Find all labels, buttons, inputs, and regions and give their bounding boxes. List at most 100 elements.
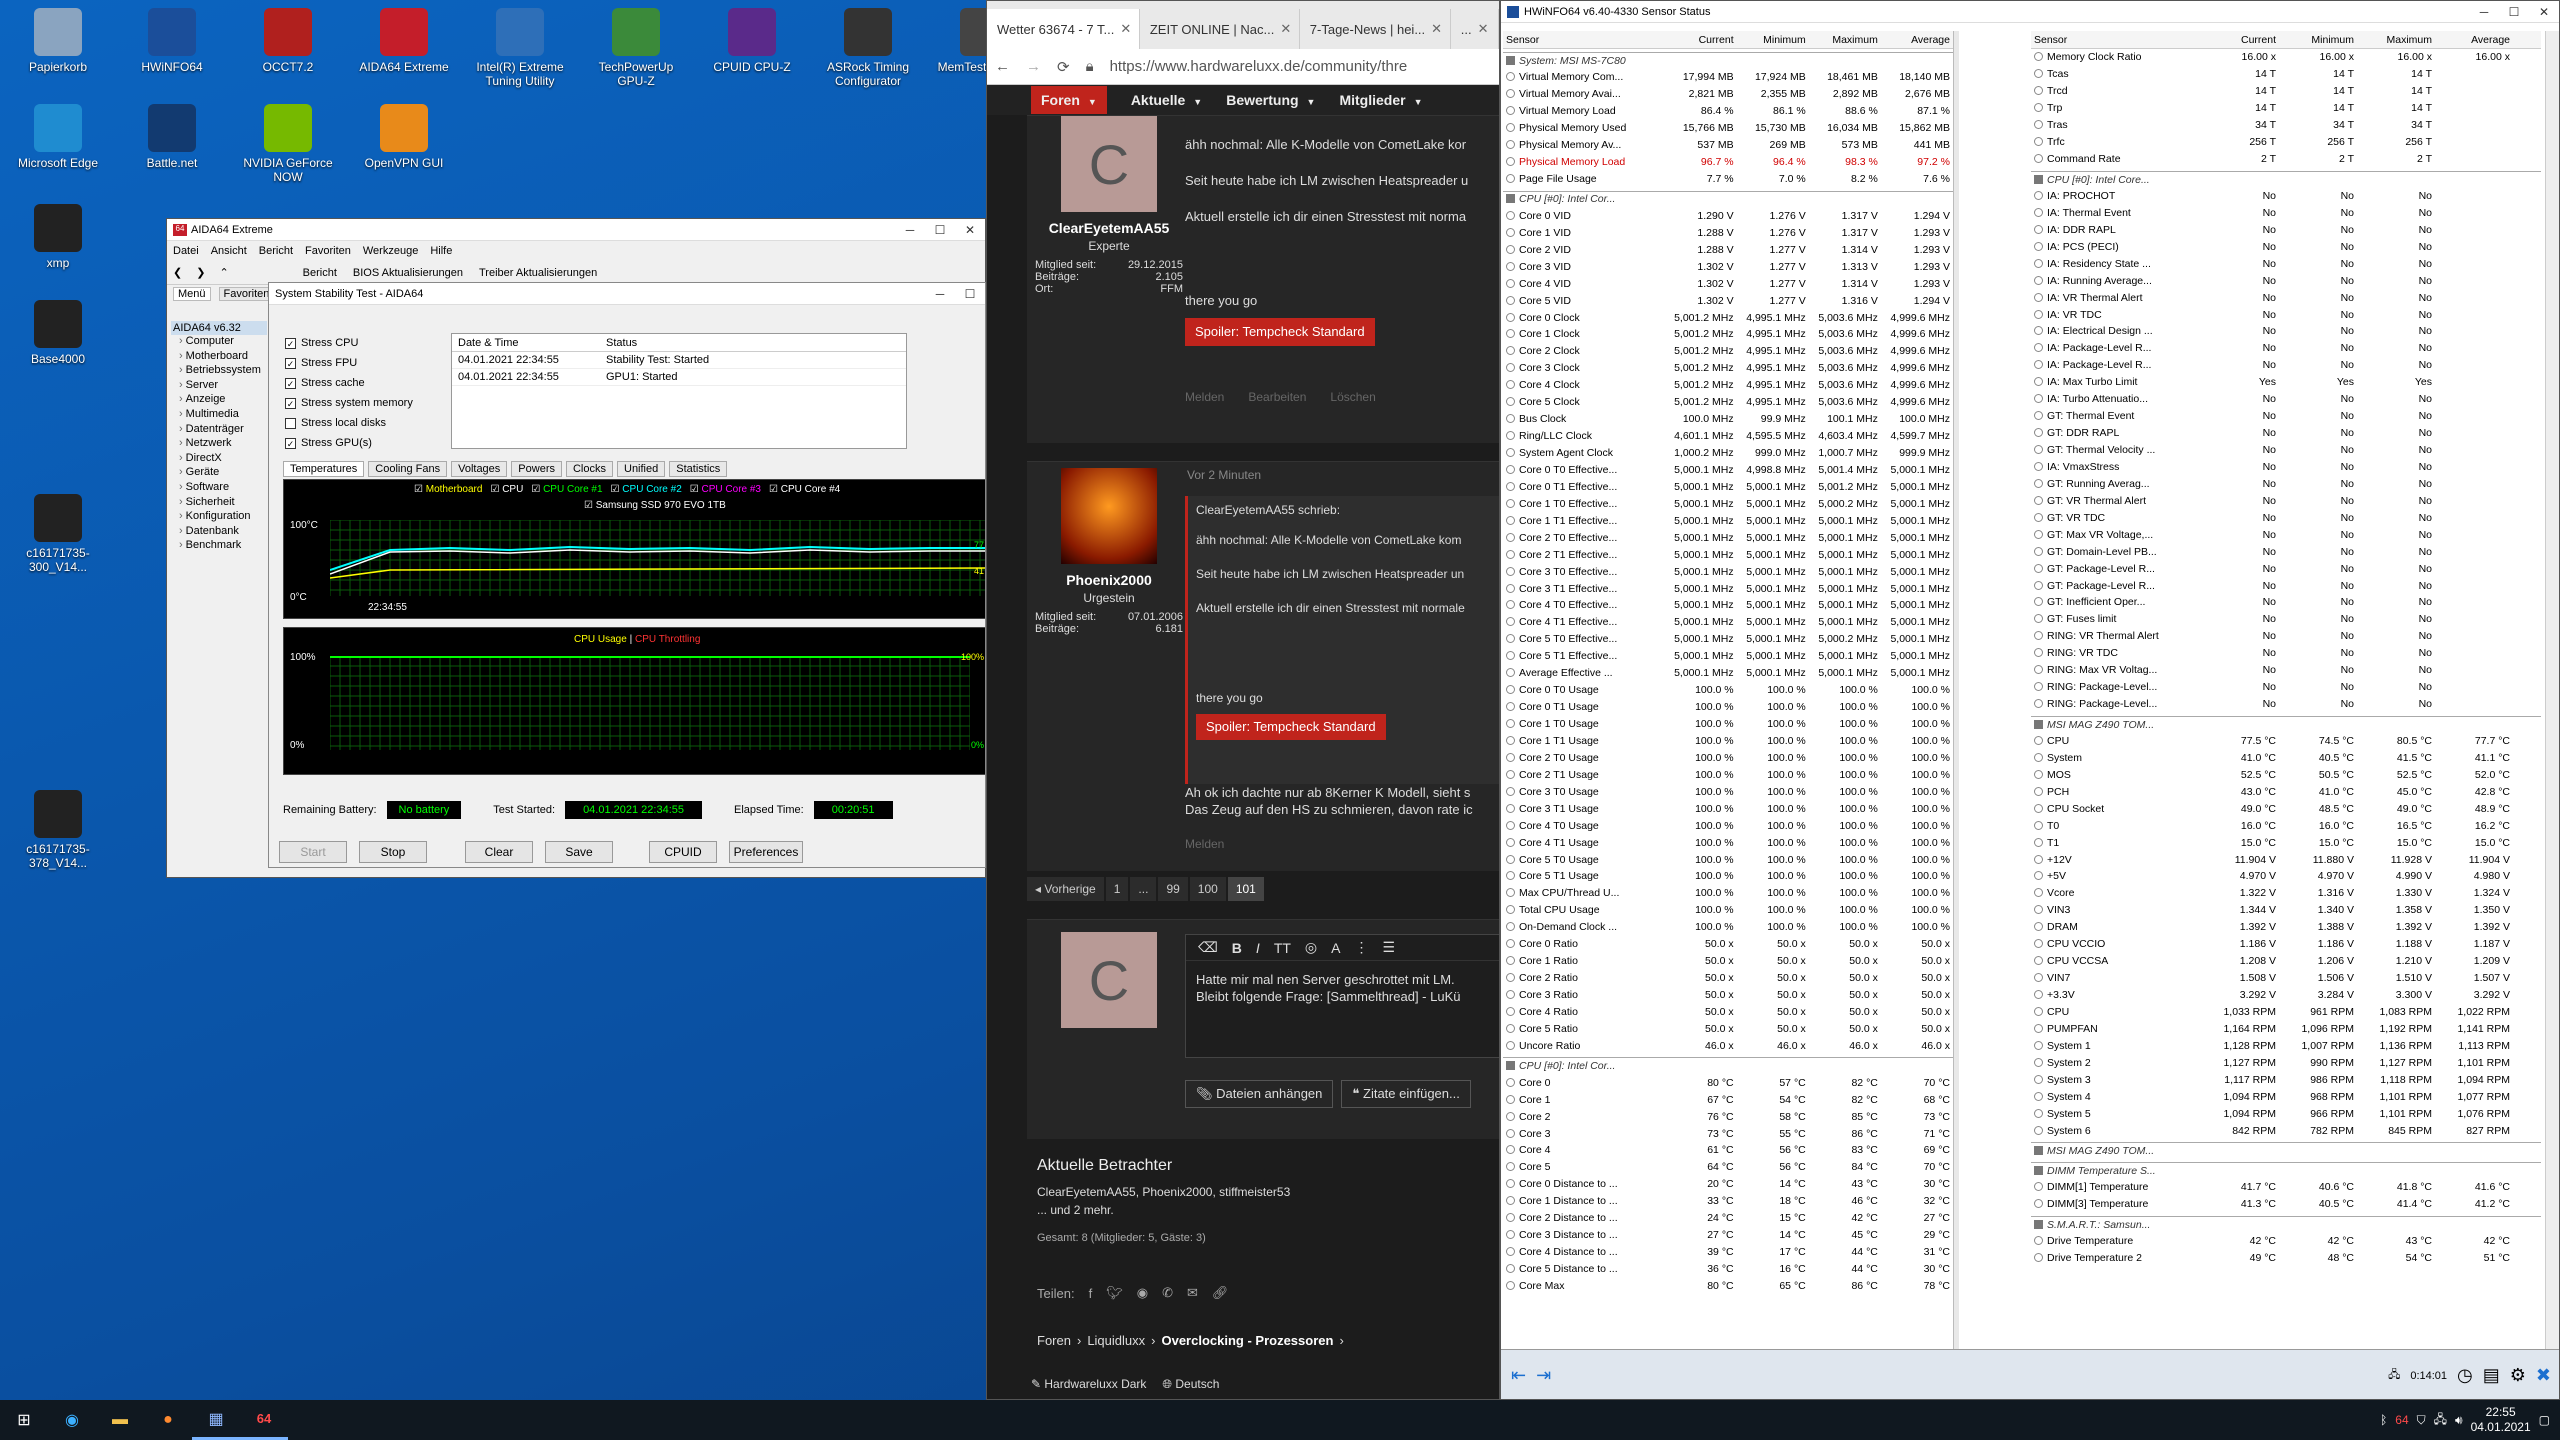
maximize-icon[interactable]: ☐ <box>955 287 985 301</box>
sensor-row[interactable]: Core 1 T0 Usage 100.0 % 100.0 % 100.0 % 100.… <box>1503 716 1953 733</box>
sensor-row[interactable]: Uncore Ratio 46.0 x 46.0 x 46.0 x 46.0 x <box>1503 1037 1953 1054</box>
sensor-row[interactable]: GT: Running Averag... No No No <box>2031 475 2541 492</box>
sensor-row[interactable]: Ring/LLC Clock 4,601.1 MHz 4,595.5 MHz 4,60… <box>1503 428 1953 445</box>
sensor-row[interactable]: Core 0 T0 Usage 100.0 % 100.0 % 100.0 % 100.… <box>1503 682 1953 699</box>
explorer-icon[interactable]: ▬ <box>96 1400 144 1440</box>
sensor-row[interactable]: IA: Package-Level R... No No No <box>2031 357 2541 374</box>
sensor-row[interactable]: DIMM[1] Temperature 41.7 °C 40.6 °C 41.8 °C… <box>2031 1179 2541 1196</box>
post-action[interactable]: Bearbeiten <box>1248 388 1306 406</box>
legend-item[interactable]: ☑ CPU Core #2 <box>611 484 682 495</box>
sensor-group[interactable]: System: MSI MS-7C80 <box>1503 52 1953 69</box>
tree-item[interactable]: › Computer <box>171 335 267 350</box>
sensor-row[interactable]: IA: Residency State ... No No No <box>2031 255 2541 272</box>
sensor-row[interactable]: Core 5 64 °C 56 °C 84 °C 70 °C <box>1503 1159 1953 1176</box>
tree-root[interactable]: AIDA64 v6.32 <box>171 321 267 335</box>
sensor-row[interactable]: IA: PCS (PECI) No No No <box>2031 238 2541 255</box>
sensor-row[interactable]: GT: Domain-Level PB... No No No <box>2031 543 2541 560</box>
column-header[interactable]: Sensor <box>1503 34 1664 46</box>
bluetooth-icon[interactable]: ᛒ <box>2380 1413 2387 1427</box>
editor-line[interactable]: Hatte mir mal nen Server geschrottet mit… <box>1196 971 1490 988</box>
minimize-icon[interactable]: ─ <box>925 287 955 301</box>
sensor-row[interactable]: Page File Usage 7.7 % 7.0 % 8.2 % 7.6 % <box>1503 171 1953 188</box>
sensor-row[interactable]: Tras 34 T 34 T 34 T <box>2031 117 2541 134</box>
sensor-row[interactable]: +12V 11.904 V 11.880 V 11.928 V 11.904 V <box>2031 851 2541 868</box>
breadcrumb-item[interactable]: Foren <box>1037 1333 1071 1348</box>
tree-item[interactable]: › Anzeige <box>171 393 267 408</box>
tree-expand-icon[interactable]: › <box>179 481 183 493</box>
sensor-row[interactable]: Virtual Memory Load 86.4 % 86.1 % 88.6 % 87.… <box>1503 103 1953 120</box>
sensor-row[interactable]: Drive Temperature 42 °C 42 °C 43 °C 42 °C <box>2031 1233 2541 1250</box>
clear-button[interactable]: Clear <box>465 841 533 863</box>
report-icon[interactable]: ▤ <box>2483 1365 2500 1386</box>
edge-icon[interactable]: ◉ <box>48 1400 96 1440</box>
sensor-row[interactable]: Tcas 14 T 14 T 14 T <box>2031 66 2541 83</box>
sensor-row[interactable]: PUMPFAN 1,164 RPM 1,096 RPM 1,192 RPM 1,141 … <box>2031 1020 2541 1037</box>
sensor-row[interactable]: Core 1 T1 Usage 100.0 % 100.0 % 100.0 % 100.… <box>1503 733 1953 750</box>
menu-item[interactable]: Hilfe <box>430 245 452 257</box>
sensor-row[interactable]: T0 16.0 °C 16.0 °C 16.5 °C 16.2 °C <box>2031 817 2541 834</box>
sensor-row[interactable]: Core 1 Distance to ... 33 °C 18 °C 46 °C 32 … <box>1503 1193 1953 1210</box>
color-icon[interactable]: ◎ <box>1305 939 1317 956</box>
sensor-row[interactable]: GT: DDR RAPL No No No <box>2031 425 2541 442</box>
sensor-row[interactable]: Core 2 T0 Usage 100.0 % 100.0 % 100.0 % 100.… <box>1503 749 1953 766</box>
menu-item[interactable]: Favoriten <box>305 245 351 257</box>
tree-item[interactable]: › Datenträger <box>171 423 267 438</box>
facebook-icon[interactable]: f <box>1089 1286 1093 1301</box>
sensor-row[interactable]: Drive Temperature 2 49 °C 48 °C 54 °C 51 °C <box>2031 1250 2541 1267</box>
sensor-row[interactable]: Core 5 T1 Effective... 5,000.1 MHz 5,000.1… <box>1503 648 1953 665</box>
sensor-row[interactable]: CPU VCCIO 1.186 V 1.186 V 1.188 V 1.187 V <box>2031 936 2541 953</box>
spoiler-button[interactable]: Spoiler: Tempcheck Standard <box>1185 318 1375 346</box>
sensor-row[interactable]: Core 2 76 °C 58 °C 85 °C 73 °C <box>1503 1108 1953 1125</box>
language-selector[interactable]: 🌐︎ Deutsch <box>1162 1377 1219 1392</box>
browser-tab[interactable]: ZEIT ONLINE | Nac... ✕ <box>1140 9 1300 49</box>
toolbar-item[interactable]: Bericht <box>303 267 337 279</box>
sensor-row[interactable]: Core 4 T0 Effective... 5,000.1 MHz 5,000.1… <box>1503 597 1953 614</box>
maximize-icon[interactable]: ☐ <box>925 223 955 237</box>
tree-expand-icon[interactable]: › <box>179 408 183 420</box>
sensor-row[interactable]: Core 3 73 °C 55 °C 86 °C 71 °C <box>1503 1125 1953 1142</box>
browser-tab[interactable]: ... ✕ <box>1451 9 1499 49</box>
sst-tab[interactable]: Voltages <box>451 461 508 477</box>
text-size-icon[interactable]: TT <box>1274 940 1291 956</box>
menu-item[interactable]: Bericht <box>259 245 293 257</box>
editor-line[interactable]: Bleibt folgende Frage: [Sammelthread] - … <box>1196 988 1490 1005</box>
browser-tab[interactable]: 7-Tage-News | hei... ✕ <box>1300 9 1451 49</box>
preferences-button[interactable]: Preferences <box>729 841 803 863</box>
sensor-row[interactable]: GT: Package-Level R... No No No <box>2031 577 2541 594</box>
sensor-row[interactable]: VIN3 1.344 V 1.340 V 1.358 V 1.350 V <box>2031 902 2541 919</box>
hwinfo-titlebar[interactable]: HWiNFO64 v6.40-4330 Sensor Status ─ ☐ ✕ <box>1501 1 2559 23</box>
page-link[interactable]: 99 <box>1158 877 1188 901</box>
desktop-icon[interactable]: Intel(R) Extreme Tuning Utility <box>470 8 570 88</box>
browser-tab[interactable]: Wetter 63674 - 7 T... ✕ <box>987 9 1140 49</box>
sensor-row[interactable]: Core 5 T1 Usage 100.0 % 100.0 % 100.0 % 100.… <box>1503 868 1953 885</box>
sst-tab[interactable]: Unified <box>617 461 666 477</box>
toolbar-item[interactable]: BIOS Aktualisierungen <box>353 267 463 279</box>
sensor-row[interactable]: Core 0 T0 Effective... 5,000.1 MHz 4,998.8… <box>1503 462 1953 479</box>
tree-expand-icon[interactable]: › <box>179 525 183 537</box>
page-link[interactable]: 1 <box>1105 877 1129 901</box>
sensor-row[interactable]: Core 4 T1 Usage 100.0 % 100.0 % 100.0 % 100.… <box>1503 834 1953 851</box>
sensor-row[interactable]: IA: Max Turbo Limit Yes Yes Yes <box>2031 374 2541 391</box>
sensor-header[interactable]: Sensor Current Minimum Maximum Average <box>1503 31 1953 49</box>
desktop-icon[interactable]: HWiNFO64 <box>122 8 222 74</box>
tree-expand-icon[interactable]: › <box>179 364 183 376</box>
sensor-row[interactable]: IA: VmaxStress No No No <box>2031 459 2541 476</box>
tree-item[interactable]: › Multimedia <box>171 408 267 423</box>
sensor-row[interactable]: Core 4 Distance to ... 39 °C 17 °C 44 °C 31 … <box>1503 1244 1953 1261</box>
sensor-row[interactable]: Core 4 Clock 5,001.2 MHz 4,995.1 MHz 5,003.… <box>1503 377 1953 394</box>
sensor-row[interactable]: +3.3V 3.292 V 3.284 V 3.300 V 3.292 V <box>2031 987 2541 1004</box>
sensor-row[interactable]: Core 2 Ratio 50.0 x 50.0 x 50.0 x 50.0 x <box>1503 970 1953 987</box>
firefox-icon[interactable]: ● <box>144 1400 192 1440</box>
legend-item[interactable]: ☑ CPU Core #1 <box>531 484 602 495</box>
sensor-pane-left[interactable]: Sensor Current Minimum Maximum Average System… <box>1503 31 1953 1349</box>
sensor-row[interactable]: CPU 77.5 °C 74.5 °C 80.5 °C 77.7 °C <box>2031 733 2541 750</box>
tree-item[interactable]: › Sicherheit <box>171 496 267 511</box>
sensor-row[interactable]: GT: Thermal Event No No No <box>2031 408 2541 425</box>
sensor-row[interactable]: DIMM[3] Temperature 41.3 °C 40.5 °C 41.4 °C… <box>2031 1196 2541 1213</box>
system-stability-test-window[interactable]: System Stability Test - AIDA64 ─ ☐ ✓ Stres… <box>268 282 986 868</box>
sensor-row[interactable]: DRAM 1.392 V 1.388 V 1.392 V 1.392 V <box>2031 919 2541 936</box>
post-action[interactable]: Löschen <box>1330 388 1375 406</box>
sensor-row[interactable]: CPU 1,033 RPM 961 RPM 1,083 RPM 1,022 RPM <box>2031 1004 2541 1021</box>
sensor-pane-right[interactable]: Sensor Current Minimum Maximum Average Memory… <box>2031 31 2541 1349</box>
sensor-row[interactable]: IA: VR Thermal Alert No No No <box>2031 289 2541 306</box>
